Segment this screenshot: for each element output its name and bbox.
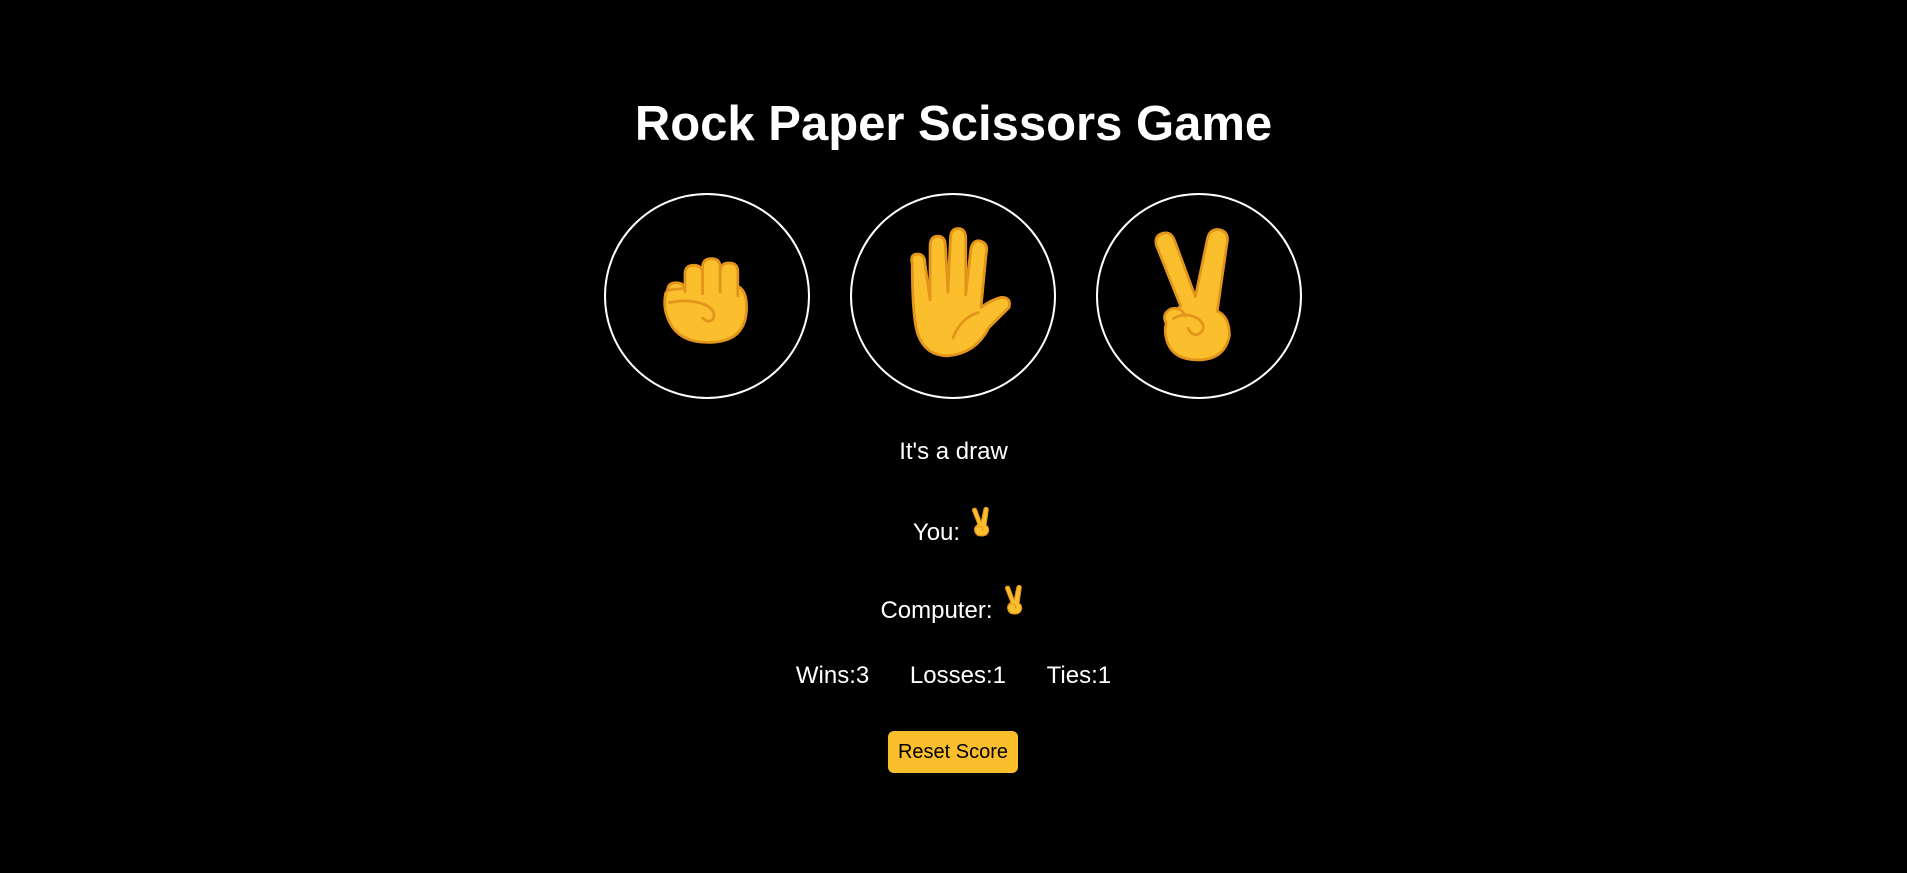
score-board: Wins:3 Losses:1 Ties:1 (0, 661, 1907, 691)
computer-choice: Computer: (0, 584, 1907, 626)
choice-buttons (604, 193, 1304, 399)
page-title: Rock Paper Scissors Game (634, 97, 1273, 151)
player-choice: You: (0, 506, 1907, 548)
player-choice-label: You: (912, 519, 961, 546)
scissors-button[interactable] (1096, 193, 1302, 399)
game-app: Rock Paper Scissors Game It's a draw You… (0, 0, 1907, 873)
ties-count: Ties:1 (1046, 662, 1112, 689)
reset-score-button[interactable]: Reset Score (888, 731, 1018, 773)
victory-hand-icon (970, 506, 994, 546)
victory-hand-icon (1154, 228, 1231, 362)
raised-fist-icon (663, 257, 748, 344)
rock-button[interactable] (604, 193, 810, 399)
wins-count: Wins:3 (795, 662, 870, 689)
losses-count: Losses:1 (909, 662, 1006, 689)
raised-hand-icon (910, 227, 1011, 358)
paper-button[interactable] (850, 193, 1056, 399)
computer-choice-label: Computer: (880, 597, 993, 624)
result-message: It's a draw (899, 438, 1008, 465)
victory-hand-icon (1003, 584, 1027, 624)
